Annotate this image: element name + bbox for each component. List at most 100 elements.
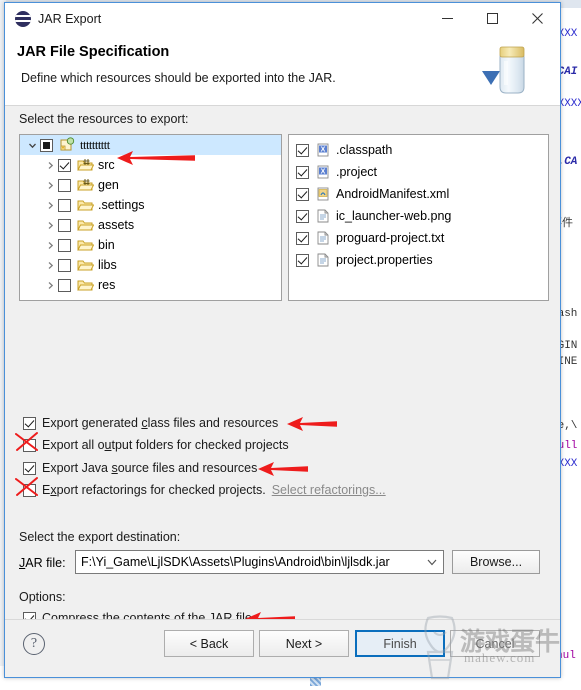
page-description: Define which resources should be exporte… [21, 71, 336, 85]
tree-item-src[interactable]: src [20, 155, 281, 175]
back-button[interactable]: < Back [164, 630, 254, 657]
chevron-right-icon[interactable] [42, 181, 58, 190]
file-item-label: proguard-project.txt [336, 231, 445, 245]
annotation-arrow [287, 416, 337, 437]
svg-text:X: X [321, 169, 326, 176]
tree-item-label: tttttttttt [80, 137, 110, 152]
tree-item-settings[interactable]: .settings [20, 195, 281, 215]
xml-file-icon: X [314, 164, 332, 180]
jar-file-input[interactable]: F:\Yi_Game\LjlSDK\Assets\Plugins\Android… [76, 555, 421, 569]
maximize-button[interactable] [470, 3, 515, 34]
resource-file-list: X .classpath X .project AndroidManifest.xml i… [289, 135, 548, 271]
android-manifest-icon [314, 186, 332, 202]
window-controls [425, 3, 560, 34]
jar-file-label: JAR file: [19, 556, 66, 570]
resources-label: Select the resources to export: [19, 112, 189, 126]
checkbox[interactable] [296, 253, 309, 267]
checkbox[interactable] [23, 438, 36, 452]
export-option-0[interactable]: Export generated class files and resourc… [23, 416, 278, 430]
destination-label: Select the export destination: [19, 530, 181, 544]
browse-button[interactable]: Browse... [452, 550, 540, 574]
source-folder-icon [76, 177, 94, 193]
dialog-body: Select the resources to export: tttttttt… [5, 106, 560, 672]
dialog-titlebar[interactable]: JAR Export [5, 3, 560, 34]
file-item[interactable]: X .project [289, 161, 548, 183]
export-option-label: Export Java source files and resources [42, 461, 258, 475]
file-item-label: .project [336, 165, 377, 179]
checkbox[interactable] [296, 187, 309, 201]
tree-item-label: libs [98, 258, 117, 272]
file-item[interactable]: proguard-project.txt [289, 227, 548, 249]
tree-item-bin[interactable]: bin [20, 235, 281, 255]
checkbox[interactable] [58, 178, 71, 192]
export-option-label: Export generated class files and resourc… [42, 416, 279, 430]
checkbox[interactable] [296, 209, 309, 223]
cancel-button[interactable]: Cancel [450, 630, 540, 657]
chevron-right-icon[interactable] [42, 281, 58, 290]
folder-icon [76, 217, 94, 233]
file-item[interactable]: X .classpath [289, 139, 548, 161]
tree-item-assets[interactable]: assets [20, 215, 281, 235]
file-item-label: ic_launcher-web.png [336, 209, 452, 223]
dialog-header: JAR File Specification Define which reso… [5, 34, 560, 106]
browse-button-label: Browse... [469, 555, 523, 569]
next-button[interactable]: Next > [259, 630, 349, 657]
file-item-label: .classpath [336, 143, 393, 157]
source-folder-icon [76, 157, 94, 173]
page-title: JAR File Specification [17, 44, 170, 60]
checkbox[interactable] [23, 461, 36, 475]
tree-item-tttttttttt[interactable]: tttttttttt [20, 135, 281, 155]
checkbox[interactable] [58, 218, 71, 232]
background-tab [310, 677, 324, 688]
chevron-right-icon[interactable] [42, 261, 58, 270]
select-refactorings-link[interactable]: Select refactorings... [272, 483, 386, 497]
tree-item-label: .settings [98, 198, 145, 212]
checkbox[interactable] [296, 231, 309, 245]
help-icon[interactable]: ? [23, 633, 45, 655]
folder-icon [76, 197, 94, 213]
file-item[interactable]: AndroidManifest.xml [289, 183, 548, 205]
minimize-button[interactable] [425, 3, 470, 34]
checkbox[interactable] [58, 238, 71, 252]
chevron-right-icon[interactable] [42, 201, 58, 210]
checkbox[interactable] [296, 165, 309, 179]
file-icon [314, 230, 332, 246]
chevron-right-icon[interactable] [42, 241, 58, 250]
finish-button[interactable]: Finish [355, 630, 445, 657]
chevron-right-icon[interactable] [42, 161, 58, 170]
tree-item-res[interactable]: res [20, 275, 281, 295]
resource-files-panel[interactable]: X .classpath X .project AndroidManifest.xml i… [288, 134, 549, 301]
checkbox[interactable] [58, 158, 71, 172]
jar-export-dialog: JAR Export JAR File Specification Define… [4, 2, 561, 678]
close-button[interactable] [515, 3, 560, 34]
dialog-footer: ? < Back Next > Finish Cancel [5, 619, 560, 677]
chevron-down-icon[interactable] [421, 551, 443, 573]
export-option-1[interactable]: Export all output folders for checked pr… [23, 438, 289, 452]
tree-item-label: src [98, 158, 115, 172]
export-option-2[interactable]: Export Java source files and resources [23, 461, 257, 475]
chevron-down-icon[interactable] [24, 141, 40, 150]
jar-file-combo[interactable]: F:\Yi_Game\LjlSDK\Assets\Plugins\Android… [75, 550, 444, 574]
checkbox[interactable] [23, 416, 36, 430]
options-label: Options: [19, 590, 66, 604]
checkbox[interactable] [40, 138, 53, 152]
chevron-right-icon[interactable] [42, 221, 58, 230]
resource-tree: tttttttttt src gen .settings assets bin libs re… [20, 135, 281, 295]
android-project-icon [58, 137, 76, 153]
checkbox[interactable] [58, 198, 71, 212]
file-icon [314, 208, 332, 224]
checkbox[interactable] [23, 483, 36, 497]
checkbox[interactable] [58, 278, 71, 292]
export-option-3[interactable]: Export refactorings for checked projects… [23, 483, 386, 497]
svg-text:X: X [321, 147, 326, 154]
tree-item-gen[interactable]: gen [20, 175, 281, 195]
file-item[interactable]: ic_launcher-web.png [289, 205, 548, 227]
file-item[interactable]: project.properties [289, 249, 548, 271]
file-item-label: AndroidManifest.xml [336, 187, 450, 201]
checkbox[interactable] [296, 143, 309, 157]
tree-item-label: assets [98, 218, 135, 232]
tree-item-libs[interactable]: libs [20, 255, 281, 275]
checkbox[interactable] [58, 258, 71, 272]
resource-tree-panel[interactable]: tttttttttt src gen .settings assets bin libs re… [19, 134, 282, 301]
folder-icon [76, 277, 94, 293]
